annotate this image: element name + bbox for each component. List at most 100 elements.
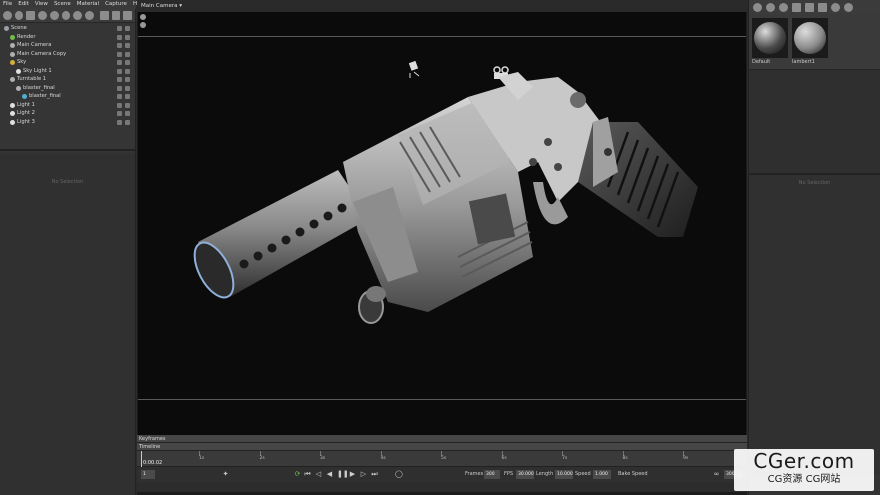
scene-panel: Scene Render Main Camera Main Camera Copy Sk… [0, 9, 136, 495]
menu-material[interactable]: Material [77, 0, 99, 9]
add-group-icon[interactable] [49, 11, 59, 20]
playhead[interactable] [141, 451, 142, 467]
eye-icon[interactable] [125, 51, 130, 57]
timeline-header[interactable]: Timeline [137, 443, 747, 451]
delete-icon[interactable] [123, 11, 133, 20]
keyframes-header[interactable]: Keyframes [137, 435, 747, 443]
lock-icon[interactable] [117, 77, 122, 82]
camera-dropdown-label[interactable]: Main Camera ▾ [141, 3, 182, 9]
menu-edit[interactable]: Edit [18, 0, 29, 9]
tree-item[interactable]: Light 2 [0, 109, 135, 118]
viewport-camera-selector[interactable]: Main Camera ▾ [137, 0, 747, 12]
tree-item[interactable]: Light 3 [0, 118, 135, 127]
material-delete-icon[interactable] [805, 2, 814, 12]
eye-icon[interactable] [125, 119, 130, 125]
eye-icon[interactable] [125, 60, 130, 65]
material-thumbnail[interactable]: lambert1 [792, 18, 828, 65]
add-sky-icon[interactable] [38, 11, 47, 20]
lock-icon[interactable] [117, 119, 122, 125]
duplicate-icon[interactable] [111, 11, 121, 20]
eye-icon[interactable] [125, 102, 130, 108]
viewport[interactable] [137, 12, 747, 435]
eye-icon[interactable] [125, 43, 130, 48]
material-thumbnail[interactable]: Default [752, 18, 788, 65]
lock-icon[interactable] [117, 68, 122, 74]
tree-item[interactable]: Main Camera [0, 41, 135, 50]
material-link-icon[interactable] [766, 2, 775, 12]
tree-item-label: Turntable 1 [17, 76, 47, 82]
menu-file[interactable]: File [3, 0, 12, 9]
eye-icon[interactable] [125, 111, 130, 116]
menu-scene[interactable]: Scene [54, 0, 71, 9]
pause-icon[interactable]: ❚❚ [337, 471, 349, 478]
timecode: 0:00.02 [143, 460, 163, 466]
menu-view[interactable]: View [35, 0, 48, 9]
material-picker-icon[interactable] [844, 2, 853, 12]
eye-icon[interactable] [125, 26, 130, 31]
step-forward-icon[interactable]: ▶ [349, 471, 356, 478]
lock-icon[interactable] [117, 43, 122, 48]
link-icon[interactable]: ∞ [713, 471, 720, 478]
lock-icon[interactable] [117, 34, 122, 40]
lock-icon[interactable] [117, 111, 122, 116]
add-light-icon[interactable] [14, 11, 24, 20]
eye-icon[interactable] [125, 85, 130, 91]
eye-icon[interactable] [125, 94, 130, 99]
step-back-icon[interactable]: ◀ [326, 471, 333, 478]
tree-item[interactable]: Main Camera Copy [0, 50, 135, 59]
eye-icon[interactable] [125, 77, 130, 82]
lock-icon[interactable] [117, 60, 122, 65]
next-key-icon[interactable]: ▷ [360, 471, 367, 478]
skip-start-icon[interactable]: ⏮ [304, 471, 311, 478]
add-turntable-icon[interactable] [61, 11, 71, 20]
lock-icon[interactable] [117, 102, 122, 108]
skip-end-icon[interactable]: ⏭ [371, 471, 378, 478]
add-camera-icon[interactable] [26, 11, 36, 20]
record-icon[interactable]: ◯ [395, 471, 403, 478]
visibility-toggles [117, 94, 131, 99]
tree-item[interactable]: Turntable 1 [0, 75, 135, 84]
lock-icon[interactable] [117, 85, 122, 91]
eye-icon[interactable] [125, 68, 130, 74]
add-object-icon[interactable] [3, 11, 12, 20]
material-sphere [752, 18, 788, 58]
material-folder-icon[interactable] [792, 2, 801, 12]
tree-item[interactable]: blaster_final [0, 84, 135, 93]
playback-controls: 1 ✦ ⟳ ⏮ ◁ ◀ ❚❚ ▶ ▷ ⏭ ◯ Frames 300 FPS 30… [137, 467, 747, 483]
tree-item-label: Light 1 [17, 101, 35, 108]
visibility-toggles [117, 68, 131, 74]
eye-icon[interactable] [125, 34, 130, 40]
frames-field[interactable]: 300 [484, 470, 500, 479]
material-settings-icon[interactable] [779, 2, 788, 12]
loop-icon[interactable]: ⟳ [294, 471, 301, 478]
blaster-model[interactable] [138, 12, 746, 435]
speed-field[interactable]: 1.000 [593, 470, 611, 479]
new-material-icon[interactable] [753, 2, 762, 12]
current-frame-field[interactable]: 1 [141, 470, 155, 479]
folder-icon[interactable] [99, 11, 109, 20]
material-duplicate-icon[interactable] [818, 2, 827, 12]
fps-field[interactable]: 30.000 [516, 470, 534, 479]
material-panel: Default lambert1 No Selection [748, 0, 880, 495]
prev-key-icon[interactable]: ◁ [315, 471, 322, 478]
lock-icon[interactable] [117, 94, 122, 99]
light-gizmo[interactable] [408, 60, 420, 78]
tree-item[interactable]: blaster_final [0, 92, 135, 101]
length-field[interactable]: 10.000 [555, 470, 573, 479]
bake-speed-label[interactable]: Bake Speed [618, 471, 648, 477]
material-preview-area [749, 70, 880, 175]
tree-item[interactable]: Render [0, 33, 135, 42]
tree-item[interactable]: Scene [0, 24, 135, 33]
material-library-icon[interactable] [831, 2, 840, 12]
tree-item[interactable]: Sky Light 1 [0, 67, 135, 76]
lock-icon[interactable] [117, 26, 122, 31]
add-shadow-catcher-icon[interactable] [73, 11, 83, 20]
timeline-ruler[interactable]: 0:00.02 1s 2s 3s 4s 5s 6s 7s 8s 9s [137, 451, 747, 467]
key-icon[interactable]: ✦ [222, 471, 229, 478]
tree-item[interactable]: Light 1 [0, 101, 135, 110]
menu-capture[interactable]: Capture [105, 0, 127, 9]
tree-item[interactable]: Sky [0, 58, 135, 67]
lock-icon[interactable] [117, 51, 122, 57]
ruler-tick-label: 6s [501, 456, 507, 461]
add-fog-icon[interactable] [85, 11, 94, 20]
